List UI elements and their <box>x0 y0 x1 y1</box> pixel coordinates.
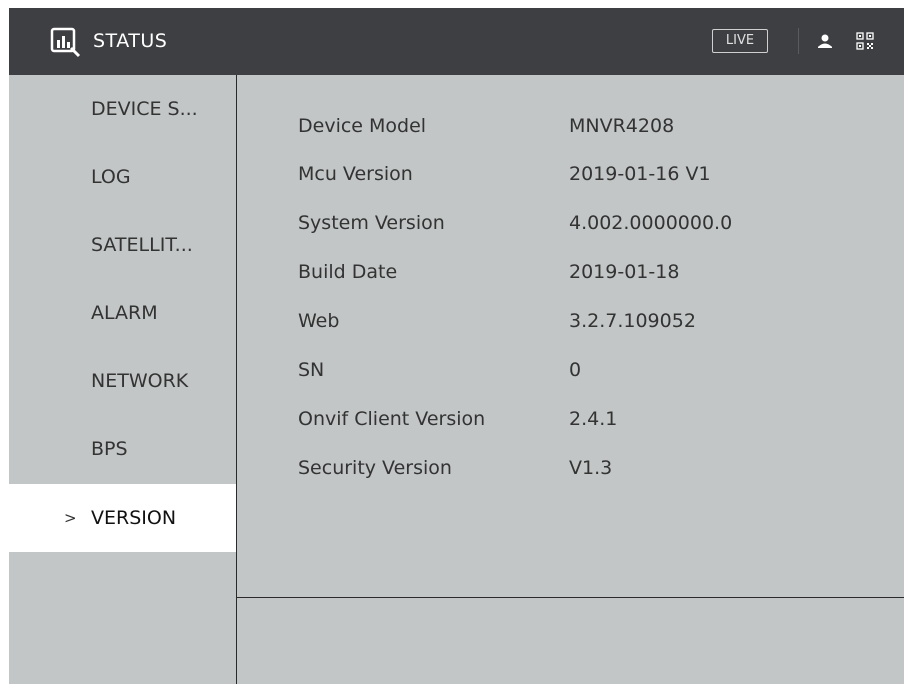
info-value: V1.3 <box>569 457 613 479</box>
info-row-system-version: System Version 4.002.0000000.0 <box>9 212 904 242</box>
info-value: MNVR4208 <box>569 115 675 137</box>
info-key: Security Version <box>298 457 452 479</box>
sidebar-item-label: VERSION <box>91 507 177 529</box>
info-key: Mcu Version <box>298 163 413 185</box>
info-row-sn: SN 0 <box>9 359 904 389</box>
sidebar-item-version[interactable]: > VERSION <box>9 484 236 552</box>
info-value: 4.002.0000000.0 <box>569 212 733 234</box>
status-logo-icon <box>50 27 81 58</box>
status-window: STATUS LIVE DEVICE S... LOG SATELLIT... … <box>9 8 904 684</box>
info-key: Web <box>298 310 340 332</box>
info-row-onvif-client-version: Onvif Client Version 2.4.1 <box>9 408 904 438</box>
info-row-build-date: Build Date 2019-01-18 <box>9 261 904 291</box>
header-bar: STATUS LIVE <box>9 8 904 75</box>
info-key: SN <box>298 359 325 381</box>
info-row-security-version: Security Version V1.3 <box>9 457 904 487</box>
content-footer-divider <box>237 597 904 598</box>
info-value: 2.4.1 <box>569 408 618 430</box>
page-title: STATUS <box>93 30 168 52</box>
header-divider <box>798 28 799 54</box>
info-value: 0 <box>569 359 582 381</box>
chevron-right-icon: > <box>64 509 77 527</box>
info-value: 2019-01-16 V1 <box>569 163 711 185</box>
info-key: System Version <box>298 212 445 234</box>
info-row-web: Web 3.2.7.109052 <box>9 310 904 340</box>
info-row-mcu-version: Mcu Version 2019-01-16 V1 <box>9 163 904 193</box>
qr-code-icon[interactable] <box>855 31 875 51</box>
info-key: Onvif Client Version <box>298 408 486 430</box>
info-key: Device Model <box>298 115 427 137</box>
info-value: 3.2.7.109052 <box>569 310 696 332</box>
live-button[interactable]: LIVE <box>712 29 768 53</box>
info-key: Build Date <box>298 261 398 283</box>
info-row-device-model: Device Model MNVR4208 <box>9 115 904 145</box>
info-value: 2019-01-18 <box>569 261 680 283</box>
user-icon[interactable] <box>815 31 835 51</box>
